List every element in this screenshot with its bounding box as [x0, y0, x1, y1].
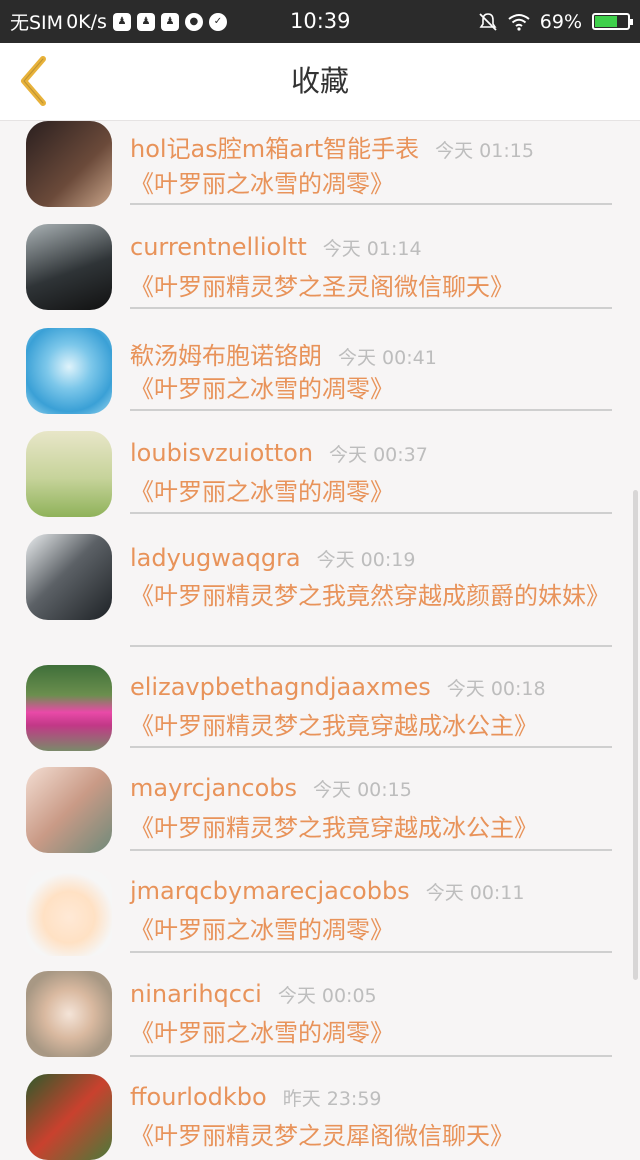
scrollbar[interactable] — [633, 490, 638, 980]
item-time: 今天 00:41 — [338, 347, 437, 369]
status-bar: 无SIM 0K/s ♟ ♟ ♟ ● ✓ 10:39 69% — [0, 0, 640, 43]
nav-bar: 收藏 — [0, 43, 640, 121]
list-item[interactable]: 欷汤姆布胞诺铬朗 今天 00:41 《叶罗丽之冰雪的凋零》 — [0, 326, 640, 428]
user-name: hol记as腔m箱art智能手表 — [130, 135, 420, 163]
user-name: loubisvzuiotton — [130, 439, 314, 467]
avatar — [26, 121, 112, 207]
list-item[interactable]: ffourlodkbo 昨天 23:59 《叶罗丽精灵梦之灵犀阁微信聊天》 — [0, 1069, 640, 1160]
item-time: 今天 00:37 — [329, 444, 428, 466]
list-item[interactable]: hol记as腔m箱art智能手表 今天 01:15 《叶罗丽之冰雪的凋零》 — [0, 121, 640, 224]
item-time: 今天 00:11 — [425, 882, 525, 904]
separator — [130, 645, 612, 647]
mute-icon — [479, 12, 497, 31]
separator — [130, 951, 612, 953]
separator — [130, 409, 612, 411]
list-item[interactable]: jmarqcbymarecjacobbs 今天 00:11 《叶罗丽之冰雪的凋零》 — [0, 862, 640, 965]
item-title: 《叶罗丽之冰雪的凋零》 — [130, 1019, 394, 1047]
item-time: 今天 00:05 — [277, 985, 377, 1007]
avatar — [26, 971, 112, 1057]
user-name: elizavpbethagndjaaxmes — [130, 673, 431, 701]
item-title: 《叶罗丽精灵梦之我竟然穿越成颜爵的妹妹》 — [130, 582, 610, 610]
item-time: 今天 00:19 — [316, 549, 416, 571]
item-time: 今天 00:18 — [446, 678, 546, 700]
user-name: ninarihqcci — [130, 980, 262, 1008]
qq-icon: ♟ — [112, 12, 131, 31]
avatar — [26, 870, 112, 956]
list-item[interactable]: ninarihqcci 今天 00:05 《叶罗丽之冰雪的凋零》 — [0, 965, 640, 1069]
item-time: 今天 00:15 — [313, 779, 412, 801]
favorites-list: hol记as腔m箱art智能手表 今天 01:15 《叶罗丽之冰雪的凋零》 cur… — [0, 121, 640, 1160]
separator — [130, 1055, 612, 1057]
user-name: ffourlodkbo — [130, 1083, 267, 1111]
avatar — [26, 224, 112, 310]
qq-icon: ♟ — [160, 12, 179, 31]
avatar — [26, 767, 112, 853]
list-item[interactable]: mayrcjancobs 今天 00:15 《叶罗丽精灵梦之我竟穿越成冰公主》 — [0, 759, 640, 862]
avatar — [26, 1074, 112, 1160]
status-time: 10:39 — [290, 9, 351, 33]
separator — [130, 203, 612, 205]
carrier-label: 无SIM — [10, 12, 64, 34]
item-title: 《叶罗丽之冰雪的凋零》 — [130, 170, 394, 198]
user-name: jmarqcbymarecjacobbs — [130, 877, 410, 905]
avatar — [26, 328, 112, 414]
list-item[interactable]: loubisvzuiotton 今天 00:37 《叶罗丽之冰雪的凋零》 — [0, 428, 640, 531]
item-title: 《叶罗丽之冰雪的凋零》 — [130, 916, 394, 944]
user-name: ladyugwaqgra — [130, 544, 301, 572]
list-item[interactable]: elizavpbethagndjaaxmes 今天 00:18 《叶罗丽精灵梦之我… — [0, 656, 640, 759]
page-title: 收藏 — [290, 64, 349, 98]
item-time: 昨天 23:59 — [282, 1088, 382, 1110]
qq-icon: ♟ — [136, 12, 155, 31]
item-time: 今天 01:14 — [322, 238, 422, 260]
user-name: currentnellioltt — [130, 233, 307, 261]
item-title: 《叶罗丽精灵梦之我竟穿越成冰公主》 — [130, 712, 538, 740]
battery-percent: 69% — [539, 10, 582, 33]
battery-icon — [592, 13, 633, 30]
list-item[interactable]: currentnellioltt 今天 01:14 《叶罗丽精灵梦之圣灵阁微信聊天… — [0, 224, 640, 326]
item-time: 今天 01:15 — [435, 140, 534, 162]
item-title: 《叶罗丽精灵梦之圣灵阁微信聊天》 — [130, 273, 514, 301]
separator — [130, 307, 612, 309]
network-speed: 0K/s — [66, 10, 107, 33]
item-title: 《叶罗丽之冰雪的凋零》 — [130, 478, 394, 506]
separator — [130, 746, 612, 748]
list-item[interactable]: ladyugwaqgra 今天 00:19 《叶罗丽精灵梦之我竟然穿越成颜爵的妹妹… — [0, 531, 640, 656]
item-title: 《叶罗丽精灵梦之我竟穿越成冰公主》 — [130, 814, 538, 842]
avatar — [26, 534, 112, 620]
separator — [130, 849, 612, 851]
user-name: 欷汤姆布胞诺铬朗 — [130, 342, 322, 370]
avatar — [26, 665, 112, 751]
check-icon: ✓ — [208, 12, 227, 31]
item-title: 《叶罗丽之冰雪的凋零》 — [130, 375, 394, 403]
separator — [130, 512, 612, 514]
avatar — [26, 431, 112, 517]
wechat-icon: ● — [184, 12, 203, 31]
user-name: mayrcjancobs — [130, 774, 298, 802]
wifi-icon — [508, 13, 530, 31]
item-title: 《叶罗丽精灵梦之灵犀阁微信聊天》 — [130, 1122, 514, 1150]
